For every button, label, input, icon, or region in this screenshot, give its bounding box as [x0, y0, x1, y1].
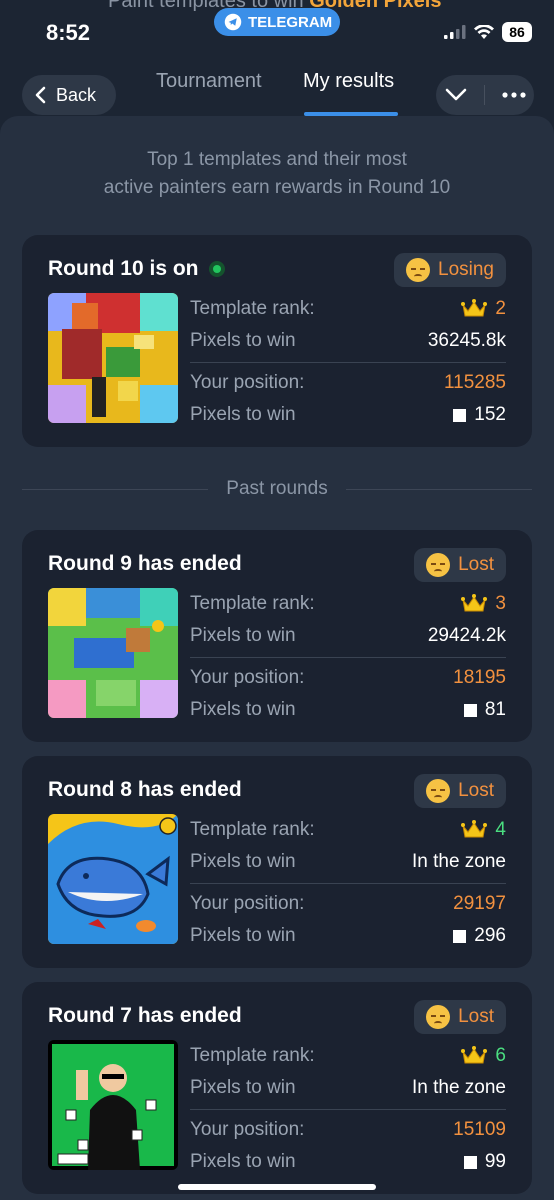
template-pixels-value: In the zone [411, 1077, 506, 1098]
live-indicator [208, 261, 225, 277]
round-stats: Template rank: 3 Pixels to win 29424.2k … [190, 588, 506, 726]
your-pixels-row: Pixels to win 152 [190, 404, 506, 425]
chevron-down-icon[interactable] [445, 88, 467, 102]
status-icons: 86 [444, 22, 532, 42]
pensive-face-icon [426, 553, 451, 577]
crown-icon [461, 1046, 488, 1064]
status-badge: Lost [414, 1000, 506, 1034]
tab-tournament[interactable]: Tournament [156, 70, 262, 93]
your-position-value: 18195 [453, 667, 506, 688]
divider [190, 362, 506, 363]
your-pixels-row: Pixels to win 99 [190, 1151, 506, 1172]
template-rank-value: 3 [495, 593, 506, 614]
pixel-icon [463, 703, 477, 717]
round-title: Round 7 has ended [48, 1004, 242, 1027]
telegram-pill[interactable]: TELEGRAM [214, 8, 340, 36]
template-thumbnail[interactable] [48, 588, 178, 718]
template-rank-value: 4 [495, 819, 506, 840]
home-indicator[interactable] [178, 1184, 376, 1190]
template-rank-value: 6 [495, 1045, 506, 1066]
status-badge: Lost [414, 548, 506, 582]
your-pixels-value: 152 [474, 404, 506, 425]
your-position-row: Your position: 29197 [190, 893, 506, 914]
your-position-row: Your position: 18195 [190, 667, 506, 688]
rewards-intro: Top 1 templates and their most active pa… [103, 149, 451, 198]
past-round-card[interactable]: Round 7 has ended Lost Template rank: 6 [22, 982, 532, 1194]
your-position-row: Your position: 15109 [190, 1119, 506, 1140]
past-rounds-label: Past rounds [226, 478, 328, 499]
template-pixels-row: Pixels to win In the zone [190, 1077, 506, 1098]
template-pixels-value: 36245.8k [427, 330, 506, 351]
round-stats: Template rank: 6 Pixels to win In the zo… [190, 1040, 506, 1178]
signal-icon [444, 25, 466, 39]
your-position-value: 115285 [444, 372, 506, 393]
crown-icon [461, 820, 488, 838]
round-stats: Template rank: 2 Pixels to win 36245.8k … [190, 293, 506, 431]
template-pixels-value: In the zone [411, 851, 506, 872]
status-badge: Lost [414, 774, 506, 808]
pensive-face-icon [426, 779, 451, 803]
pixel-icon [453, 929, 467, 943]
your-pixels-value: 99 [484, 1151, 506, 1172]
your-position-row: Your position: 115285 [190, 372, 506, 393]
past-round-card[interactable]: Round 9 has ended Lost Template rank: 3 [22, 530, 532, 742]
chevron-left-icon [35, 86, 46, 104]
pensive-face-icon [426, 1005, 451, 1029]
your-position-value: 29197 [453, 893, 506, 914]
template-rank-row: Template rank: 6 [190, 1045, 506, 1066]
past-round-card[interactable]: Round 8 has ended Lost Template rank: 4 … [22, 756, 532, 968]
divider [190, 883, 506, 884]
status-badge: Losing [394, 253, 506, 287]
crown-icon [461, 594, 488, 612]
telegram-icon [224, 13, 242, 31]
status-bar: Paint templates to win Golden Pixels 8:5… [0, 0, 554, 62]
more-icon[interactable] [501, 92, 526, 98]
wifi-icon [474, 24, 494, 39]
header: Back Tournament My results [0, 62, 554, 118]
template-thumbnail[interactable] [48, 814, 178, 944]
template-thumbnail[interactable] [48, 293, 178, 423]
your-pixels-value: 296 [474, 925, 506, 946]
your-pixels-row: Pixels to win 81 [190, 699, 506, 720]
template-pixels-row: Pixels to win 36245.8k [190, 330, 506, 351]
template-rank-row: Template rank: 2 [190, 298, 506, 319]
template-thumbnail[interactable] [48, 1040, 178, 1170]
telegram-label: TELEGRAM [248, 13, 333, 31]
menu-pill [436, 75, 534, 115]
template-rank-row: Template rank: 3 [190, 593, 506, 614]
tab-my-results[interactable]: My results [303, 70, 394, 93]
pixel-icon [463, 1155, 477, 1169]
round-title: Round 9 has ended [48, 552, 242, 575]
round-stats: Template rank: 4 Pixels to win In the zo… [190, 814, 506, 952]
template-pixels-row: Pixels to win 29424.2k [190, 625, 506, 646]
pensive-face-icon [406, 258, 430, 282]
back-label: Back [56, 84, 97, 105]
your-pixels-value: 81 [484, 699, 506, 720]
template-rank-value: 2 [495, 298, 506, 319]
divider [190, 1109, 506, 1110]
past-rounds-divider: Past rounds [22, 476, 532, 502]
crown-icon [461, 299, 488, 317]
template-pixels-value: 29424.2k [427, 625, 506, 646]
menu-separator [483, 85, 485, 105]
pixel-icon [453, 408, 467, 422]
template-rank-row: Template rank: 4 [190, 819, 506, 840]
divider [190, 657, 506, 658]
round-title: Round 8 has ended [48, 778, 242, 801]
round-title: Round 10 is on [48, 257, 225, 281]
battery-indicator: 86 [502, 22, 532, 42]
status-time: 8:52 [46, 20, 91, 45]
back-button[interactable]: Back [22, 75, 116, 115]
template-pixels-row: Pixels to win In the zone [190, 851, 506, 872]
your-position-value: 15109 [453, 1119, 506, 1140]
current-round-card[interactable]: Round 10 is on Losing Template rank: 2 P… [22, 235, 532, 447]
your-pixels-row: Pixels to win 296 [190, 925, 506, 946]
